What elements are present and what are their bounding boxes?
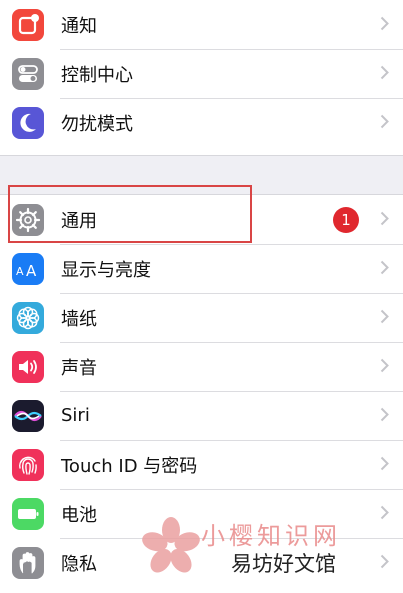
moon-icon — [12, 106, 44, 139]
notification-badge: 1 — [333, 206, 359, 233]
chevron-right-icon — [380, 456, 389, 471]
settings-row-siri[interactable]: Siri — [0, 391, 403, 440]
settings-row-display-brightness[interactable]: A A 显示与亮度 — [0, 244, 403, 293]
chevron-right-icon — [380, 260, 389, 275]
chevron-right-icon — [380, 358, 389, 373]
watermark-text-top: 小樱知识网 — [201, 522, 341, 550]
settings-row-label: 显示与亮度 — [61, 259, 151, 281]
settings-row-control-center[interactable]: 控制中心 — [0, 49, 403, 98]
svg-text:A: A — [16, 265, 24, 278]
settings-row-label: 通用 — [61, 210, 97, 232]
settings-row-label: Touch ID 与密码 — [61, 455, 198, 477]
notifications-icon — [12, 8, 44, 41]
watermark: 小樱知识网 易坊好文馆 — [141, 516, 391, 582]
hand-icon — [12, 546, 44, 579]
fingerprint-icon — [12, 448, 44, 481]
wallpaper-icon — [12, 301, 44, 334]
sound-icon — [12, 350, 44, 383]
chevron-right-icon — [380, 407, 389, 422]
battery-icon — [12, 497, 44, 530]
svg-text:A: A — [26, 262, 37, 280]
settings-row-touch-id-passcode[interactable]: Touch ID 与密码 — [0, 440, 403, 489]
flower-logo-icon — [142, 517, 200, 573]
watermark-text-bottom: 易坊好文馆 — [231, 548, 336, 578]
settings-row-label: 电池 — [61, 504, 97, 526]
settings-row-general[interactable]: 通用 1 — [0, 195, 403, 244]
display-brightness-icon: A A — [12, 252, 44, 285]
settings-row-label: 声音 — [61, 357, 97, 379]
settings-row-label: Siri — [61, 405, 90, 426]
chevron-right-icon — [380, 309, 389, 324]
settings-row-label: 墙纸 — [61, 308, 97, 330]
chevron-right-icon — [380, 211, 389, 226]
settings-row-wallpaper[interactable]: 墙纸 — [0, 293, 403, 342]
siri-icon — [12, 399, 44, 432]
settings-row-notifications[interactable]: 通知 — [0, 0, 403, 49]
settings-row-label: 控制中心 — [61, 64, 133, 86]
chevron-right-icon — [380, 16, 389, 31]
gear-icon — [12, 203, 44, 236]
settings-group-top: 通知 控制中心 勿扰模式 — [0, 0, 403, 156]
settings-row-sounds[interactable]: 声音 — [0, 342, 403, 391]
settings-row-label: 通知 — [61, 15, 97, 37]
chevron-right-icon — [380, 65, 389, 80]
chevron-right-icon — [380, 114, 389, 129]
settings-row-do-not-disturb[interactable]: 勿扰模式 — [0, 98, 403, 147]
settings-row-label: 勿扰模式 — [61, 113, 133, 135]
control-center-icon — [12, 57, 44, 90]
settings-row-label: 隐私 — [61, 553, 97, 575]
